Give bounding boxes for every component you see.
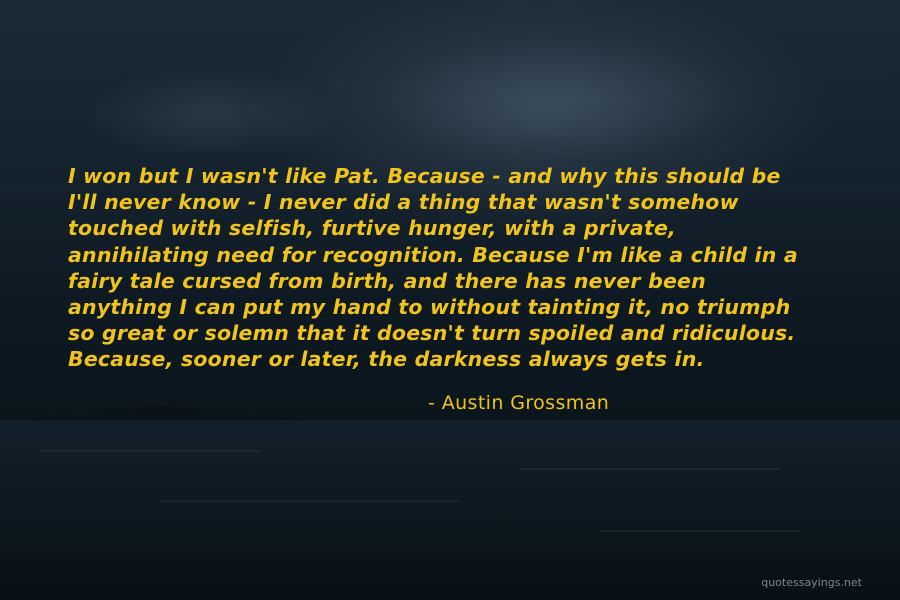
water-ripple: [160, 500, 460, 502]
site-watermark: quotessayings.net: [761, 576, 862, 589]
quote-text: I won but I wasn't like Pat. Because - a…: [68, 163, 868, 373]
water-ripple: [600, 530, 800, 532]
sea: [0, 420, 900, 600]
quote-line: anything I can put my hand to without ta…: [68, 295, 791, 320]
quote-line: I won but I wasn't like Pat. Because - a…: [68, 164, 781, 188]
water-ripple: [40, 450, 260, 452]
quote-image: I won but I wasn't like Pat. Because - a…: [0, 0, 900, 600]
quote-author: - Austin Grossman: [428, 392, 610, 414]
quote-line: I'll never know - I never did a thing th…: [68, 190, 739, 215]
quote-line: annihilating need for recognition. Becau…: [68, 242, 798, 267]
quote-line: touched with selfish, furtive hunger, wi…: [68, 216, 677, 241]
cloud: [80, 70, 340, 160]
cloud: [380, 40, 740, 160]
quote-line: fairy tale cursed from birth, and there …: [68, 268, 706, 293]
water-ripple: [520, 468, 780, 470]
quote-line: so great or solemn that it doesn't turn …: [68, 321, 796, 346]
quote-line: Because, sooner or later, the darkness a…: [68, 347, 705, 372]
